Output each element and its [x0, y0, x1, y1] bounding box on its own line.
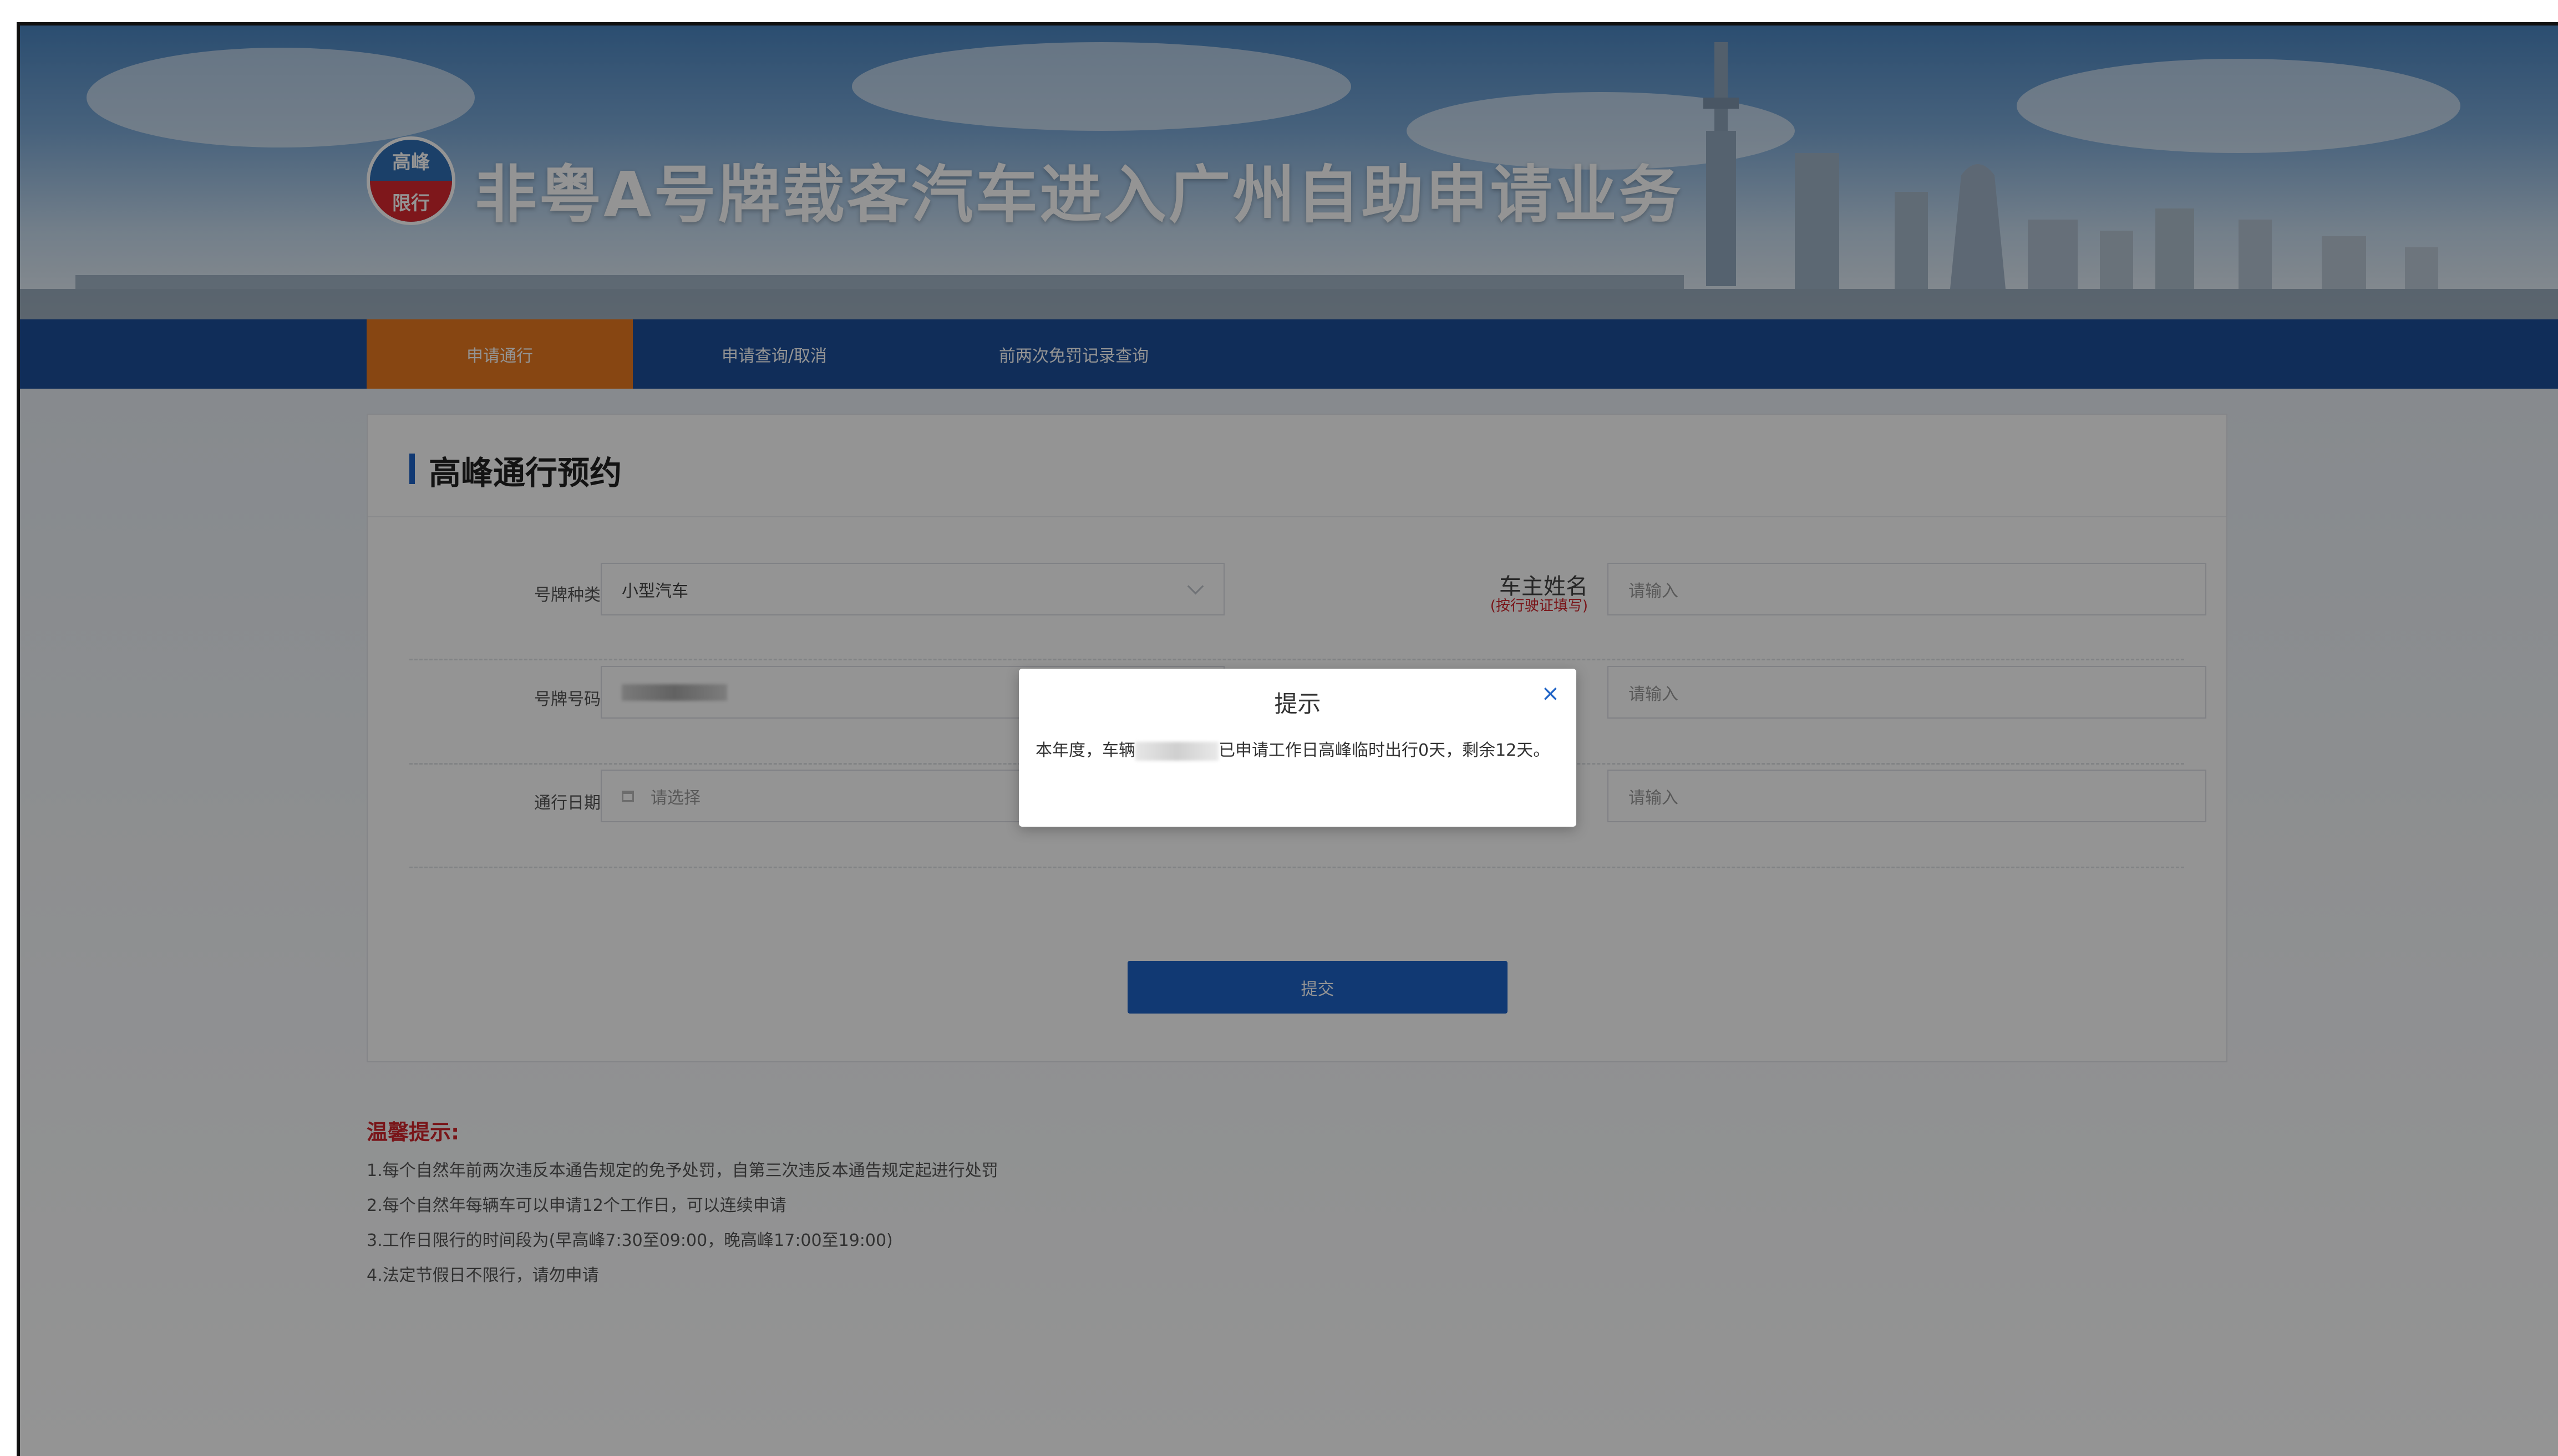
redacted-plate-number [1135, 741, 1219, 761]
app-window: 高峰 限行 非粤A号牌载客汽车进入广州自助申请业务 申请通行 申请查询/取消 前… [17, 22, 2558, 1456]
dialog-message-suffix: 已申请工作日高峰临时出行0天，剩余12天。 [1219, 741, 1550, 760]
dialog-title: 提示 [1274, 690, 1321, 717]
notice-dialog: 提示 × 本年度，车辆 已申请工作日高峰临时出行0天，剩余12天。 [1019, 669, 1576, 827]
dialog-message-prefix: 本年度，车辆 [1036, 741, 1135, 760]
close-icon[interactable]: × [1541, 681, 1560, 706]
dialog-message: 本年度，车辆 已申请工作日高峰临时出行0天，剩余12天。 [1036, 735, 1560, 766]
